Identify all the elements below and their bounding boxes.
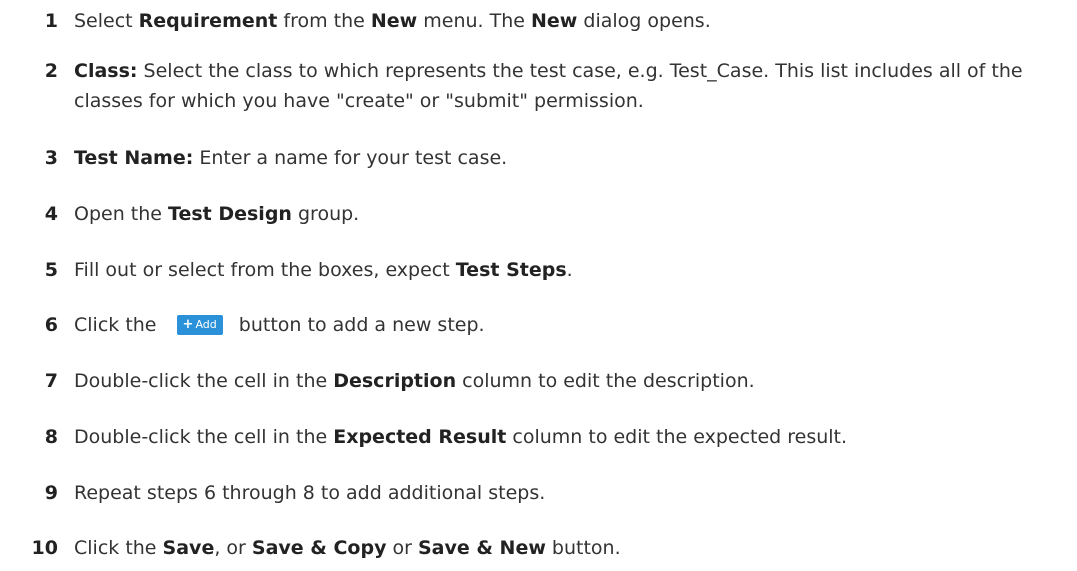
step-7: 7 Double-click the cell in the Descripti… — [0, 366, 1077, 396]
step-text-run: Double-click the cell in the — [74, 370, 334, 392]
step-2: 2 Class: Select the class to which repre… — [0, 56, 1077, 116]
step-text: Class: Select the class to which represe… — [74, 56, 1064, 116]
step-text-post: button to add a new step. — [238, 314, 485, 336]
step-text: Click the + Add button to add a new step… — [74, 310, 1064, 340]
step-emphasis: Test Design — [168, 203, 292, 225]
step-text-run: column to edit the expected result. — [506, 426, 848, 448]
plus-icon: + — [182, 317, 194, 332]
step-emphasis: Test Steps — [455, 259, 567, 281]
step-text-run: Select — [74, 10, 139, 32]
step-number: 7 — [44, 370, 58, 392]
step-emphasis: Save — [162, 537, 215, 559]
step-10: 10 Click the Save, or Save & Copy or Sav… — [0, 533, 1077, 563]
step-8: 8 Double-click the cell in the Expected … — [0, 422, 1077, 452]
step-text-run: . — [566, 259, 573, 281]
step-text-run: Repeat steps 6 through 8 to add addition… — [74, 482, 546, 504]
step-1: 1 Select Requirement from the New menu. … — [0, 6, 1077, 36]
step-text-run: menu. The — [417, 10, 532, 32]
step-text-run: Click the — [74, 537, 163, 559]
step-number: 3 — [44, 147, 58, 169]
step-text-run: from the — [277, 10, 371, 32]
step-text-run: Enter a name for your test case. — [193, 147, 508, 169]
step-text-run: button. — [545, 537, 621, 559]
step-emphasis: Requirement — [138, 10, 278, 32]
step-emphasis: Save & New — [417, 537, 546, 559]
step-emphasis: Class: — [74, 60, 138, 82]
step-text: Fill out or select from the boxes, expec… — [74, 255, 1064, 285]
step-text-run: or — [386, 537, 418, 559]
step-number: 6 — [44, 314, 58, 336]
step-text-run: Fill out or select from the boxes, expec… — [74, 259, 456, 281]
step-text-run: Double-click the cell in the — [74, 426, 334, 448]
step-text-run: group. — [291, 203, 360, 225]
step-emphasis: Test Name: — [74, 147, 194, 169]
add-button-label: Add — [195, 318, 217, 331]
step-number: 1 — [44, 10, 58, 32]
step-6: 6 Click the + Add button to add a new st… — [0, 310, 1077, 340]
step-text-run: dialog opens. — [577, 10, 711, 32]
step-text: Test Name: Enter a name for your test ca… — [74, 143, 1064, 173]
step-emphasis: New — [531, 10, 578, 32]
step-emphasis: Description — [333, 370, 457, 392]
add-button[interactable]: + Add — [176, 315, 223, 335]
step-text: Open the Test Design group. — [74, 199, 1064, 229]
step-text-run: , or — [214, 537, 252, 559]
step-text: Repeat steps 6 through 8 to add addition… — [74, 478, 1064, 508]
step-text-run: column to edit the description. — [456, 370, 755, 392]
step-text-run: Open the — [74, 203, 169, 225]
step-text: Double-click the cell in the Description… — [74, 366, 1064, 396]
step-number: 5 — [44, 259, 58, 281]
step-number: 2 — [44, 60, 58, 82]
step-number: 4 — [44, 203, 58, 225]
step-emphasis: New — [370, 10, 418, 32]
step-emphasis: Expected Result — [333, 426, 507, 448]
step-number: 9 — [44, 482, 58, 504]
step-text-run: Select the class to which represents the… — [74, 60, 1023, 112]
step-4: 4 Open the Test Design group. — [0, 199, 1077, 229]
step-number: 10 — [31, 537, 58, 559]
step-emphasis: Save & Copy — [251, 537, 387, 559]
step-text: Select Requirement from the New menu. Th… — [74, 6, 1064, 36]
step-text: Double-click the cell in the Expected Re… — [74, 422, 1064, 452]
step-3: 3 Test Name: Enter a name for your test … — [0, 143, 1077, 173]
step-5: 5 Fill out or select from the boxes, exp… — [0, 255, 1077, 285]
step-text-pre: Click the — [74, 314, 157, 336]
step-9: 9 Repeat steps 6 through 8 to add additi… — [0, 478, 1077, 508]
step-number: 8 — [44, 426, 58, 448]
step-text: Click the Save, or Save & Copy or Save &… — [74, 533, 1064, 563]
